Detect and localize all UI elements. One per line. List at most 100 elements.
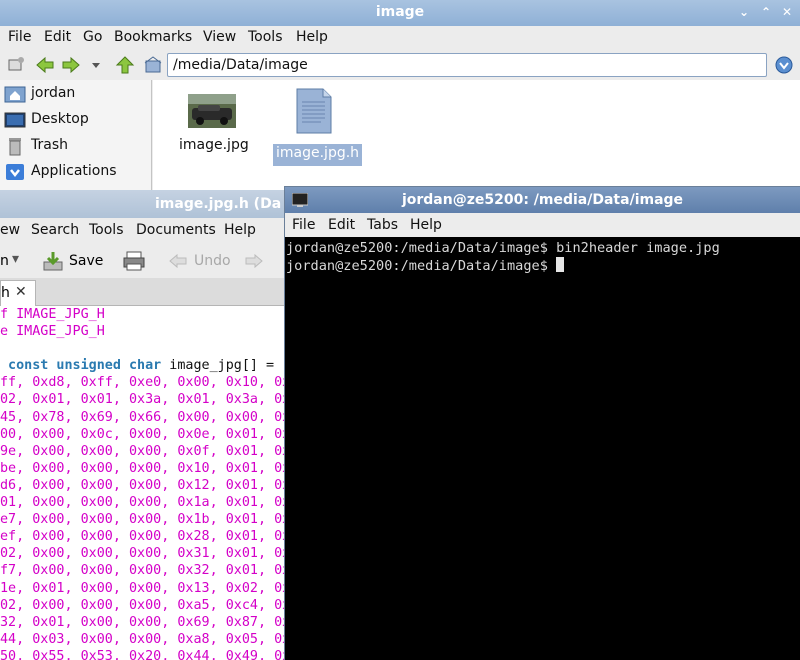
code-line: 32, 0x01, 0x00, 0x00, 0x69, 0x87, 0x [0, 614, 290, 630]
code-line: f7, 0x00, 0x00, 0x00, 0x32, 0x01, 0x [0, 563, 290, 579]
home-icon[interactable] [143, 55, 163, 75]
menu-edit[interactable]: Edit [44, 29, 71, 45]
file-item-image-jpg[interactable]: image.jpg [177, 92, 255, 162]
menu-file[interactable]: File [292, 217, 315, 233]
code-line: 45, 0x78, 0x69, 0x66, 0x00, 0x00, 0x [0, 409, 290, 425]
open-dropdown-icon[interactable]: ▾ [12, 251, 19, 267]
location-bar[interactable]: /media/Data/image [167, 53, 767, 77]
minimize-icon[interactable]: ⌄ [736, 4, 752, 20]
sidebar-item-desktop[interactable]: Desktop [4, 108, 149, 132]
code-keyword: const unsigned char [0, 358, 162, 374]
menu-tools[interactable]: Tools [89, 222, 124, 238]
menu-tools[interactable]: Tools [248, 29, 283, 45]
sidebar-item-label: Applications [31, 163, 117, 179]
desktop-icon [4, 112, 26, 128]
code-line: 02, 0x00, 0x00, 0x00, 0xa5, 0xc4, 0x [0, 597, 290, 613]
sidebar-item-label: jordan [31, 85, 76, 101]
file-manager-menubar: File Edit Go Bookmarks View Tools Help [0, 26, 800, 50]
print-icon[interactable] [122, 250, 146, 272]
code-line: const unsigned char image_jpg[] = [0, 357, 290, 374]
file-name-selected: image.jpg.h [273, 144, 363, 166]
code-line: e7, 0x00, 0x00, 0x00, 0x1b, 0x01, 0x [0, 512, 290, 528]
sidebar: jordan Desktop Trash Applications [0, 80, 152, 195]
text-editor-menubar: ew Search Tools Documents Help [0, 218, 290, 242]
history-dropdown-icon[interactable] [89, 55, 103, 75]
sidebar-item-trash[interactable]: Trash [4, 134, 149, 158]
code-text: image_jpg[] = [161, 358, 283, 374]
menu-go[interactable]: Go [83, 29, 102, 45]
terminal-prompt: jordan@ze5200:/media/Data/image$ [286, 258, 557, 274]
menu-documents[interactable]: Documents [136, 222, 216, 238]
maximize-icon[interactable]: ⌃ [758, 4, 774, 20]
file-view: image.jpg image.jpg.h [153, 80, 800, 195]
terminal-line: jordan@ze5200:/media/Data/image$ bin2hea… [286, 240, 720, 256]
code-line: 02, 0x01, 0x01, 0x3a, 0x01, 0x3a, 0x [0, 392, 290, 408]
code-line: 1e, 0x01, 0x00, 0x00, 0x13, 0x02, 0x [0, 580, 290, 596]
terminal-menubar: File Edit Tabs Help [285, 213, 800, 237]
sidebar-item-jordan[interactable]: jordan [4, 82, 149, 106]
save-label: Save [69, 253, 104, 269]
terminal-app-icon [292, 193, 308, 207]
code-line: e IMAGE_JPG_H [0, 324, 105, 340]
code-line: 50, 0x55, 0x53, 0x20, 0x44, 0x49, 0x47, … [0, 648, 290, 660]
menu-view[interactable]: ew [0, 222, 20, 238]
close-tab-icon[interactable]: ✕ [15, 284, 27, 300]
redo-icon[interactable] [244, 252, 264, 270]
code-line: 44, 0x03, 0x00, 0x00, 0xa8, 0x05, 0x [0, 631, 290, 647]
applications-icon [6, 164, 24, 180]
new-tab-icon[interactable] [6, 55, 26, 75]
menu-edit[interactable]: Edit [328, 217, 355, 233]
code-line: be, 0x00, 0x00, 0x00, 0x10, 0x01, 0x [0, 460, 290, 476]
home-folder-icon [4, 86, 26, 103]
code-line: 9e, 0x00, 0x00, 0x00, 0x0f, 0x01, 0x [0, 443, 290, 459]
menu-help[interactable]: Help [296, 29, 328, 45]
code-line: f IMAGE_JPG_H [0, 307, 105, 322]
file-manager-titlebar[interactable]: image ⌄ ⌃ ✕ [0, 0, 800, 26]
go-button-icon[interactable] [774, 55, 794, 75]
close-icon[interactable]: ✕ [779, 4, 795, 20]
text-editor-toolbar: n ▾ Save Undo [0, 244, 290, 278]
text-file-icon [296, 88, 332, 134]
tab-label: h [1, 285, 10, 301]
menu-help[interactable]: Help [224, 222, 256, 238]
trash-icon [9, 138, 21, 156]
window-title: jordan@ze5200: /media/Data/image [401, 192, 684, 208]
sidebar-item-applications[interactable]: Applications [4, 160, 149, 184]
code-line: ff, 0xd8, 0xff, 0xe0, 0x00, 0x10, 0x [0, 375, 290, 391]
sidebar-item-label: Desktop [31, 111, 89, 127]
image-thumbnail-icon [188, 94, 236, 128]
save-icon [43, 252, 63, 271]
save-button[interactable]: Save [40, 247, 104, 275]
window-title: image.jpg.h (Da [155, 196, 282, 212]
code-line: d6, 0x00, 0x00, 0x00, 0x12, 0x01, 0x [0, 477, 290, 493]
open-button-partial[interactable]: n [0, 253, 9, 269]
undo-label: Undo [194, 253, 231, 269]
forward-arrow-icon[interactable] [61, 55, 81, 75]
code-view[interactable]: f IMAGE_JPG_He IMAGE_JPG_H const unsigne… [0, 306, 290, 660]
file-item-image-jpg-h[interactable]: image.jpg.h [271, 88, 363, 166]
code-line: 02, 0x00, 0x00, 0x00, 0x31, 0x01, 0x [0, 546, 290, 562]
code-line: 01, 0x00, 0x00, 0x00, 0x1a, 0x01, 0x [0, 495, 290, 511]
undo-icon [169, 253, 187, 269]
menu-tabs[interactable]: Tabs [367, 217, 398, 233]
text-cursor [556, 257, 565, 272]
menu-help[interactable]: Help [410, 217, 442, 233]
terminal-output[interactable]: jordan@ze5200:/media/Data/image$ bin2hea… [285, 237, 800, 660]
terminal-prompt-line: jordan@ze5200:/media/Data/image$ [286, 257, 800, 275]
menu-file[interactable]: File [8, 29, 31, 45]
tab-image-jpg-h[interactable]: h ✕ [0, 280, 36, 306]
sidebar-item-label: Trash [31, 137, 68, 153]
back-arrow-icon[interactable] [35, 55, 55, 75]
text-editor-titlebar[interactable]: image.jpg.h (Da [0, 190, 290, 218]
menu-bookmarks[interactable]: Bookmarks [114, 29, 192, 45]
terminal-titlebar[interactable]: jordan@ze5200: /media/Data/image [285, 187, 800, 213]
menu-search[interactable]: Search [31, 222, 79, 238]
undo-button[interactable]: Undo [166, 248, 236, 276]
code-line: 00, 0x00, 0x0c, 0x00, 0x0e, 0x01, 0x [0, 426, 290, 442]
code-line: ef, 0x00, 0x00, 0x00, 0x28, 0x01, 0x [0, 529, 290, 545]
up-arrow-icon[interactable] [115, 55, 135, 75]
document-tab-bar [0, 278, 290, 306]
file-name: image.jpg [179, 137, 249, 153]
menu-view[interactable]: View [203, 29, 236, 45]
